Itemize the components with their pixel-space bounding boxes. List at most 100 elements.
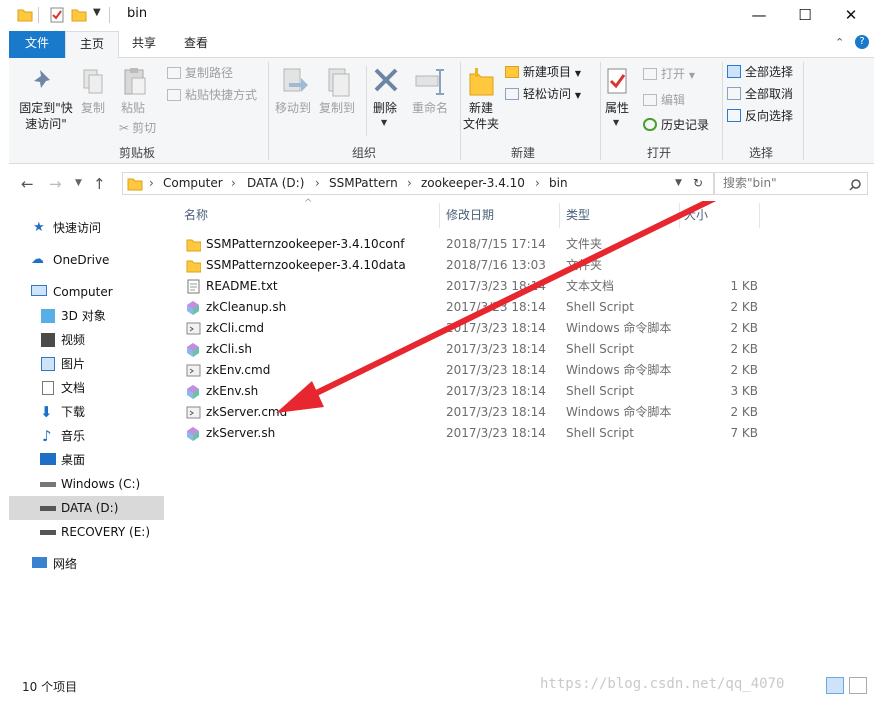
tab-file[interactable]: 文件 [9, 31, 65, 58]
address-dropdown-icon[interactable]: ▼ [675, 178, 682, 188]
paste-shortcut-button[interactable]: 粘贴快捷方式 [167, 87, 257, 103]
invert-selection-button[interactable]: 反向选择 [727, 108, 793, 124]
delete-icon [374, 68, 398, 92]
select-all-button[interactable]: 全部选择 [727, 64, 793, 80]
copy-path-label: 复制路径 [185, 66, 234, 80]
nav-item-label: 3D 对象 [61, 309, 106, 323]
nav-item-quick-access[interactable]: ★ 快速访问 [9, 216, 164, 240]
folder-icon [17, 9, 33, 22]
star-icon: ★ [33, 220, 45, 235]
new-folder-icon[interactable] [71, 7, 87, 23]
delete-button[interactable]: 删除 [367, 100, 403, 116]
select-none-label: 全部取消 [745, 87, 794, 101]
picture-icon [41, 357, 55, 371]
search-input[interactable]: 搜索"bin" [714, 172, 868, 195]
copy-button[interactable]: 复制 [75, 100, 111, 116]
open-button[interactable]: 打开 ▼ [643, 66, 695, 84]
properties-check-icon[interactable] [49, 7, 65, 23]
crumb-bin[interactable]: bin [549, 176, 568, 190]
nav-item-pictures[interactable]: 图片 [9, 352, 164, 376]
nav-item-documents[interactable]: 文档 [9, 376, 164, 400]
open-label: 打开 [661, 67, 686, 81]
document-icon [42, 381, 54, 395]
drive-icon [40, 506, 56, 511]
crumb-computer[interactable]: Computer [163, 176, 223, 190]
path-breadcrumb[interactable]: › Computer › DATA (D:) › SSMPattern › zo… [122, 172, 714, 195]
edit-button[interactable]: 编辑 [643, 92, 685, 108]
copy-path-button[interactable]: 复制路径 [167, 65, 233, 81]
scissors-icon: ✂ [119, 121, 130, 135]
tab-view[interactable]: 查看 [171, 31, 221, 58]
nav-item-music[interactable]: ♪ 音乐 [9, 424, 164, 448]
watermark: https://blog.csdn.net/qq_4070 [540, 676, 785, 692]
collapse-ribbon-icon[interactable]: ⌃ [835, 36, 844, 49]
rename-button[interactable]: 重命名 [407, 100, 453, 116]
recent-locations-chevron-icon[interactable]: ▼ [75, 178, 82, 188]
ribbon-divider [722, 62, 723, 160]
tab-share[interactable]: 共享 [119, 31, 169, 58]
copy-to-button[interactable]: 复制到 [314, 100, 360, 116]
breadcrumb-separator-icon: › [149, 176, 154, 190]
tab-home[interactable]: 主页 [65, 31, 119, 59]
computer-icon [31, 285, 47, 296]
network-icon [32, 557, 47, 568]
history-label: 历史记录 [661, 118, 710, 132]
clipboard-group-label: 剪贴板 [118, 146, 155, 160]
select-all-label: 全部选择 [745, 65, 794, 79]
nav-item-network[interactable]: 网络 [9, 552, 164, 576]
quick-access-dropdown-icon[interactable]: ▼ [93, 7, 101, 18]
nav-item-desktop[interactable]: 桌面 [9, 448, 164, 472]
back-arrow-icon[interactable]: ← [21, 175, 34, 193]
invert-selection-icon [727, 109, 741, 122]
nav-item-label: OneDrive [53, 253, 110, 267]
select-none-button[interactable]: 全部取消 [727, 86, 793, 102]
properties-dropdown-icon[interactable]: ▼ [613, 118, 619, 127]
easy-access-label: 轻松访问 [523, 87, 572, 101]
nav-item-recovery-e[interactable]: RECOVERY (E:) [9, 520, 164, 544]
refresh-icon[interactable]: ↻ [693, 176, 703, 190]
search-icon[interactable] [849, 179, 861, 191]
help-icon[interactable]: ? [855, 35, 869, 49]
easy-access-button[interactable]: 轻松访问 ▼ [505, 86, 581, 104]
cut-button[interactable]: ✂ 剪切 [119, 120, 156, 136]
large-icons-view-icon[interactable] [849, 677, 867, 694]
nav-item-3d-objects[interactable]: 3D 对象 [9, 304, 164, 328]
open-group-label: 打开 [646, 146, 671, 160]
minimize-button[interactable]: — [736, 0, 782, 31]
breadcrumb-separator-icon: › [535, 176, 540, 190]
history-button[interactable]: 历史记录 [643, 117, 709, 133]
delete-dropdown-icon[interactable]: ▼ [381, 118, 387, 127]
new-folder-button[interactable]: 新建 文件夹 [461, 100, 501, 132]
copy-to-icon [328, 68, 350, 97]
desktop-icon [40, 453, 56, 465]
forward-arrow-icon[interactable]: → [49, 175, 62, 193]
pin-quick-access-button[interactable]: 固定到"快 速访问" [13, 100, 79, 132]
nav-item-downloads[interactable]: ⬇ 下载 [9, 400, 164, 424]
up-arrow-icon[interactable]: ↑ [93, 175, 106, 193]
nav-item-label: DATA (D:) [61, 501, 119, 515]
pin-icon [34, 70, 50, 88]
close-button[interactable]: ✕ [828, 0, 874, 31]
crumb-ssmpattern[interactable]: SSMPattern [329, 176, 398, 190]
navigation-pane: ★ 快速访问 ☁ OneDrive Computer 3D 对象 视频 图片 文… [9, 201, 166, 673]
annotation-arrow [276, 201, 717, 413]
nav-item-data-d[interactable]: DATA (D:) [9, 496, 164, 520]
nav-item-label: 网络 [53, 557, 78, 571]
nav-item-onedrive[interactable]: ☁ OneDrive [9, 248, 164, 272]
paste-button[interactable]: 粘贴 [115, 100, 151, 116]
nav-item-videos[interactable]: 视频 [9, 328, 164, 352]
details-view-icon[interactable] [826, 677, 844, 694]
title-bar: ▼ bin — ☐ ✕ [9, 0, 874, 31]
nav-item-windows-c[interactable]: Windows (C:) [9, 472, 164, 496]
properties-button[interactable]: 属性 [599, 100, 635, 116]
crumb-data-drive[interactable]: DATA (D:) [247, 176, 304, 190]
select-all-icon [727, 65, 741, 78]
move-to-button[interactable]: 移动到 [273, 100, 313, 116]
nav-item-computer[interactable]: Computer [9, 280, 164, 304]
new-item-button[interactable]: 新建项目 ▼ [505, 64, 581, 82]
video-icon [41, 333, 55, 347]
nav-item-label: 图片 [61, 357, 86, 371]
maximize-button[interactable]: ☐ [782, 0, 828, 31]
crumb-zookeeper[interactable]: zookeeper-3.4.10 [421, 176, 525, 190]
breadcrumb-separator-icon: › [315, 176, 320, 190]
